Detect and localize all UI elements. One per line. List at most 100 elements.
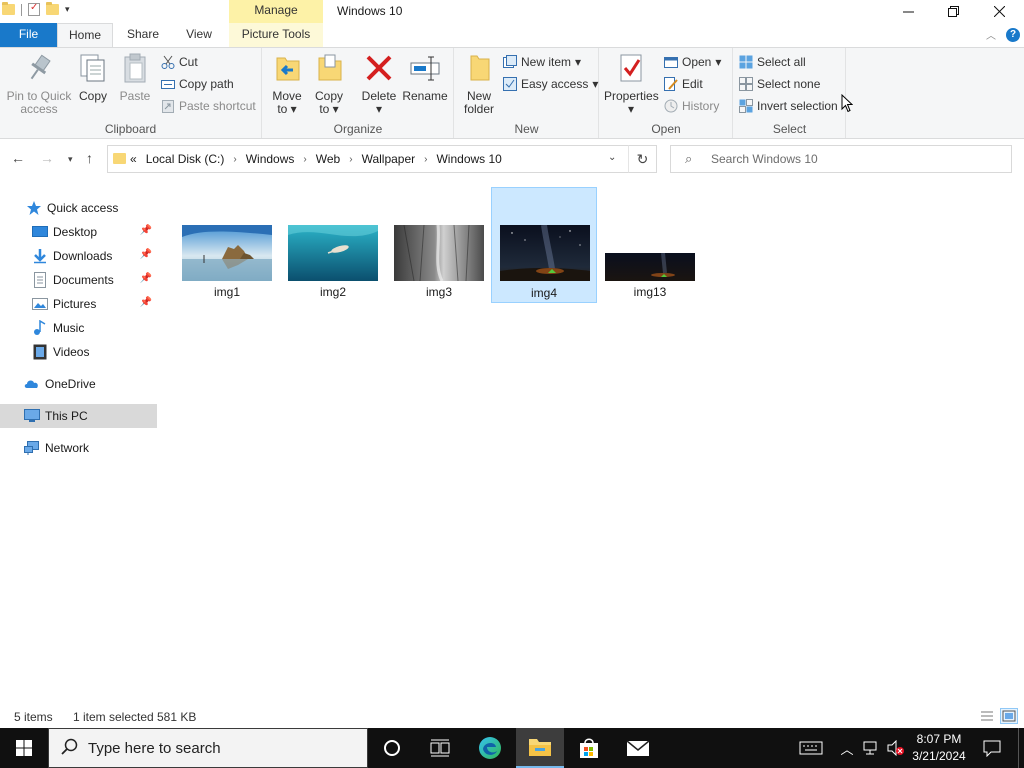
file-item[interactable]: img2 [280,187,386,303]
history-label: History [682,99,720,113]
image-thumbnail [288,225,378,281]
tab-picture-tools[interactable]: Picture Tools [229,23,323,47]
file-explorer-button[interactable] [516,728,564,768]
large-icons-view-button[interactable] [1000,708,1018,724]
chevron-right-icon[interactable]: › [303,154,306,165]
copy-path-button[interactable]: Copy path [161,74,234,94]
minimize-button[interactable] [885,0,931,22]
start-button[interactable] [0,728,48,768]
edit-button[interactable]: Edit [664,74,703,94]
nav-item-quick-access[interactable]: Quick access [0,196,157,220]
close-button[interactable] [976,0,1022,22]
show-desktop-button[interactable] [1018,728,1024,768]
rename-button[interactable]: Rename [402,52,448,103]
keyboard-icon [799,741,823,755]
store-button[interactable] [565,728,613,768]
nav-item-network[interactable]: Network [0,436,157,460]
search-icon [61,738,78,755]
breadcrumb-local-disk[interactable]: Local Disk (C:) [146,152,225,166]
invert-selection-button[interactable]: Invert selection [739,96,838,116]
touch-keyboard-button[interactable] [796,728,826,768]
tab-view[interactable]: View [174,23,224,47]
search-box[interactable]: ⌕ Search Windows 10 [670,145,1012,173]
cut-label: Cut [179,55,198,69]
breadcrumb-windows[interactable]: Windows [246,152,295,166]
taskbar-search-box[interactable]: Type here to search [48,728,368,768]
properties-button[interactable]: Properties ▾ [604,52,659,116]
invert-selection-icon [739,99,753,113]
desktop-icon [32,224,48,240]
breadcrumb-wallpaper[interactable]: Wallpaper [362,152,416,166]
mail-button[interactable] [614,728,662,768]
move-to-icon [271,52,303,84]
copy-button[interactable]: Copy [76,52,110,103]
task-view-button[interactable] [416,728,464,768]
file-item[interactable]: img1 [174,187,280,303]
clipboard-group-label: Clipboard [104,122,157,136]
nav-item-music[interactable]: Music [0,316,157,340]
cut-button[interactable]: Cut [161,52,198,72]
chevron-right-icon[interactable]: › [349,154,352,165]
action-center-button[interactable] [980,728,1004,768]
properties-dropdown-icon[interactable]: ▾ [604,103,658,116]
easy-access-button[interactable]: Easy access ▾ [503,74,598,94]
file-item[interactable]: img3 [386,187,492,303]
select-none-button[interactable]: Select none [739,74,820,94]
back-arrow-icon[interactable]: ← [11,150,25,166]
delete-dropdown-icon[interactable]: ▾ [358,103,400,116]
new-folder-icon[interactable] [46,2,59,15]
nav-item-desktop[interactable]: Desktop 📌 [0,220,157,244]
select-all-button[interactable]: Select all [739,52,806,72]
image-thumbnail [500,225,590,281]
paste-button[interactable]: Paste [116,52,154,103]
show-hidden-icons-button[interactable]: ︿ [838,728,856,768]
history-button[interactable]: History [664,96,719,116]
chevron-right-icon[interactable]: › [233,154,236,165]
nav-label-onedrive: OneDrive [45,377,96,391]
invert-selection-label: Invert selection [757,99,838,113]
taskbar-clock[interactable]: 8:07 PM 3/21/2024 [906,731,972,765]
breadcrumb-overflow[interactable]: « [130,152,137,166]
nav-item-videos[interactable]: Videos [0,340,157,364]
breadcrumb-web[interactable]: Web [316,152,340,166]
address-bar[interactable]: « Local Disk (C:) › Windows › Web › Wall… [107,145,657,173]
recent-locations-icon[interactable]: ▾ [68,154,73,165]
nav-item-downloads[interactable]: Downloads 📌 [0,244,157,268]
properties-icon[interactable] [28,2,40,16]
nav-item-onedrive[interactable]: OneDrive [0,372,157,396]
details-view-button[interactable] [978,708,996,724]
chevron-right-icon[interactable]: › [424,154,427,165]
nav-item-pictures[interactable]: Pictures 📌 [0,292,157,316]
paste-shortcut-button[interactable]: Paste shortcut [161,96,256,116]
new-folder-button[interactable]: New folder [461,52,497,116]
status-bar: 5 items 1 item selected 581 KB [0,704,1024,728]
paste-label: Paste [119,89,151,103]
tab-home[interactable]: Home [57,23,113,47]
volume-button[interactable] [884,728,906,768]
customize-toolbar-icon[interactable]: ▾ [65,4,70,15]
quick-access-toolbar: ▾ [2,2,70,16]
edge-button[interactable] [466,728,514,768]
collapse-ribbon-icon[interactable]: ︿ [986,27,996,42]
refresh-button[interactable]: ↻ [628,145,657,173]
forward-arrow-icon[interactable]: → [40,150,54,166]
nav-item-documents[interactable]: Documents 📌 [0,268,157,292]
address-history-dropdown-icon[interactable]: ⌄ [608,152,616,163]
cortana-button[interactable] [368,728,416,768]
breadcrumb-windows-10[interactable]: Windows 10 [436,152,501,166]
nav-item-this-pc[interactable]: This PC [0,404,157,428]
pin-to-quick-access-button[interactable]: Pin to Quick access [6,52,72,116]
file-item[interactable]: img13 [597,187,703,303]
nav-label-this-pc: This PC [45,409,88,423]
network-tray-button[interactable] [860,728,880,768]
up-arrow-icon[interactable]: ↑ [86,150,93,166]
file-item[interactable]: img4 [491,187,597,303]
help-icon[interactable]: ? [1006,27,1020,42]
move-to-button[interactable]: Move to ▾ [269,52,305,116]
restore-button[interactable] [930,0,976,22]
new-item-button[interactable]: New item ▾ [503,52,581,72]
copy-to-button[interactable]: Copy to ▾ [311,52,347,116]
delete-button[interactable]: Delete ▾ [358,52,400,116]
tab-share[interactable]: Share [118,23,168,47]
open-button[interactable]: Open ▾ [664,52,721,72]
